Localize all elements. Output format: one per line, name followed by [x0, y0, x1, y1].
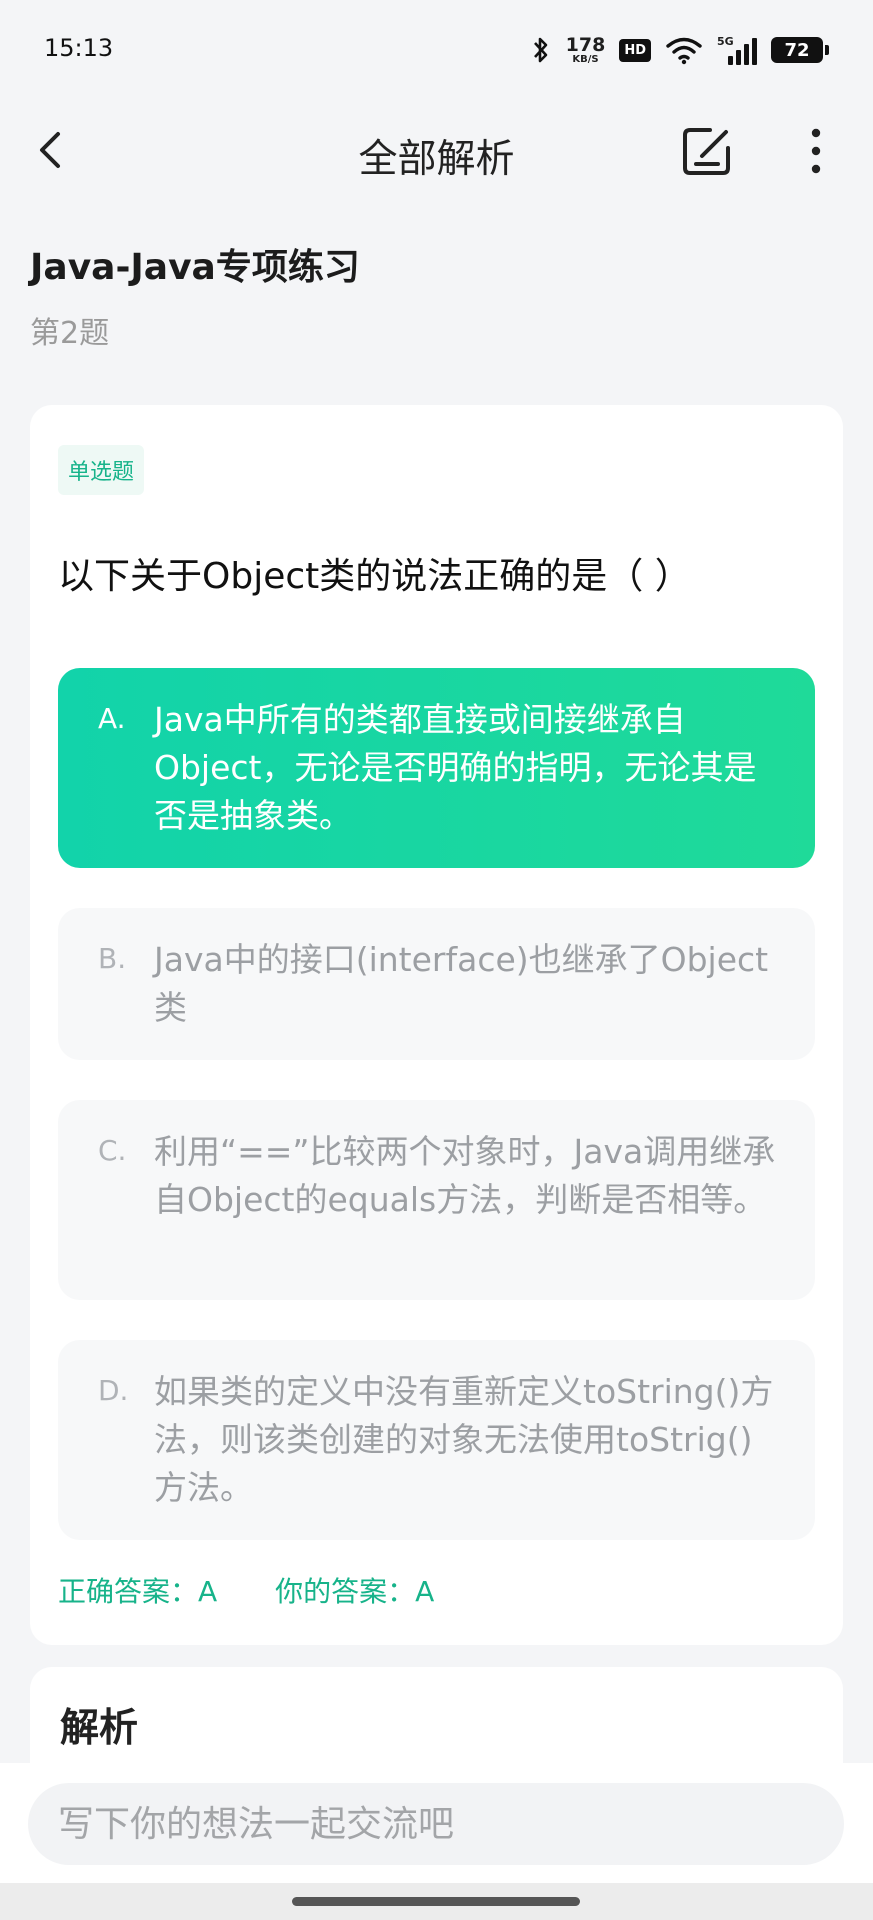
network-speed: 178 KB/S [565, 33, 606, 65]
home-indicator[interactable] [292, 1897, 580, 1906]
more-icon[interactable] [796, 124, 836, 178]
option-letter: C. [98, 1134, 127, 1167]
answer-summary: 正确答案：A 你的答案：A [58, 1570, 434, 1610]
nav-bar: 全部解析 [0, 110, 873, 190]
speed-unit: KB/S [572, 53, 599, 65]
option-text: Java中所有的类都直接或间接继承自Object，无论是否明确的指明，无论其是否… [154, 700, 757, 835]
question-card: 单选题 以下关于Object类的说法正确的是（ ） A. Java中所有的类都直… [30, 405, 843, 1645]
option-letter: A. [98, 702, 126, 735]
option-letter: B. [98, 942, 127, 975]
question-index: 第2题 [30, 316, 110, 351]
bluetooth-icon [533, 37, 547, 63]
option-a[interactable]: A. Java中所有的类都直接或间接继承自Object，无论是否明确的指明，无论… [58, 668, 815, 868]
option-letter: D. [98, 1374, 129, 1407]
option-text: 如果类的定义中没有重新定义toString()方法，则该类创建的对象无法使用to… [154, 1372, 774, 1507]
status-time: 15:13 [44, 34, 114, 62]
question-type-tag: 单选题 [58, 445, 145, 495]
correct-answer: 正确答案：A [58, 1575, 218, 1608]
option-b[interactable]: B. Java中的接口(interface)也继承了Object类 [58, 908, 815, 1060]
system-nav-area [0, 1883, 873, 1920]
battery-icon: 72 [771, 37, 829, 63]
speed-value: 178 [565, 33, 606, 56]
option-d[interactable]: D. 如果类的定义中没有重新定义toString()方法，则该类创建的对象无法使… [58, 1340, 815, 1540]
status-icons: 178 KB/S HD 5G 72 [530, 30, 829, 70]
cellular-signal-icon: 5G [717, 35, 757, 65]
analysis-title: 解析 [60, 1706, 139, 1751]
edit-icon[interactable] [680, 124, 734, 178]
option-text: 利用“==”比较两个对象时，Java调用继承自Object的equals方法，判… [154, 1132, 776, 1219]
page-title: 全部解析 [358, 137, 515, 182]
question-text: 以下关于Object类的说法正确的是（ ） [58, 556, 691, 597]
option-c[interactable]: C. 利用“==”比较两个对象时，Java调用继承自Object的equals方… [58, 1100, 815, 1300]
option-text: Java中的接口(interface)也继承了Object类 [154, 940, 769, 1027]
comment-bar [0, 1763, 873, 1883]
wifi-icon [666, 37, 702, 65]
comment-input[interactable] [28, 1783, 844, 1865]
exercise-title: Java-Java专项练习 [30, 247, 360, 288]
hd-badge: HD [619, 38, 651, 62]
status-bar: 15:13 178 KB/S HD 5G 72 [0, 0, 873, 100]
your-answer: 你的答案：A [275, 1575, 435, 1608]
